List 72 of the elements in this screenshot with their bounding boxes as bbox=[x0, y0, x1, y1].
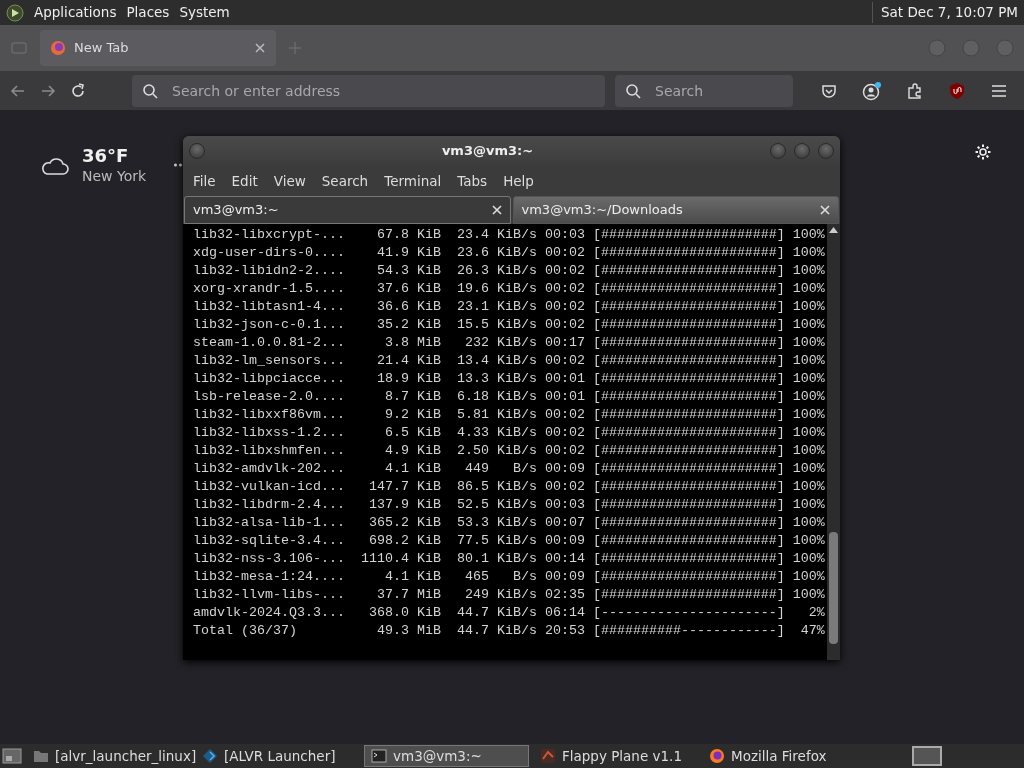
terminal-tab[interactable]: vm3@vm3:~ bbox=[184, 196, 511, 224]
search-field[interactable]: Search bbox=[615, 74, 793, 107]
account-icon[interactable] bbox=[862, 80, 882, 101]
workspace-switcher[interactable] bbox=[912, 746, 942, 766]
menu-item[interactable]: Terminal bbox=[378, 170, 448, 192]
taskbar-item[interactable]: [ALVR Launcher] bbox=[195, 745, 360, 767]
folder-icon bbox=[33, 748, 49, 764]
terminal-line: lib32-llvm-libs-... 37.7 MiB 249 KiB/s 02:35 [######################] 100% bbox=[193, 586, 826, 604]
menu-item[interactable]: View bbox=[267, 170, 312, 192]
terminal-line: lib32-sqlite-3.4... 698.2 KiB 77.5 KiB/s 00:09 [######################] 100% bbox=[193, 532, 826, 550]
search-icon bbox=[625, 82, 641, 99]
terminal-line: lib32-libtasn1-4... 36.6 KiB 23.1 KiB/s 00:02 [######################] 100% bbox=[193, 298, 826, 316]
menu-item[interactable]: Edit bbox=[225, 170, 264, 192]
close-icon[interactable] bbox=[820, 205, 830, 215]
taskbar-item[interactable]: vm3@vm3:~ bbox=[364, 745, 529, 767]
address-field[interactable]: Search or enter address bbox=[132, 74, 605, 107]
terminal-line: lib32-lm_sensors... 21.4 KiB 13.4 KiB/s 00:02 [######################] 100% bbox=[193, 352, 826, 370]
window-control-button[interactable] bbox=[794, 143, 810, 159]
panel-menu[interactable]: Applications bbox=[34, 2, 117, 23]
terminal-line: lsb-release-2.0.... 8.7 KiB 6.18 KiB/s 00:01 [######################] 100% bbox=[193, 388, 826, 406]
terminal-line: lib32-libdrm-2.4... 137.9 KiB 52.5 KiB/s 00:03 [######################] 100% bbox=[193, 496, 826, 514]
terminal-line: amdvlk-2024.Q3.3... 368.0 KiB 44.7 KiB/s 06:14 [----------------------] 2% bbox=[193, 604, 826, 622]
close-icon[interactable] bbox=[254, 42, 266, 54]
terminal-line: xdg-user-dirs-0.... 41.9 KiB 23.6 KiB/s 00:02 [######################] 100% bbox=[193, 244, 826, 262]
scrollbar[interactable] bbox=[827, 224, 840, 660]
terminal-icon bbox=[371, 748, 387, 764]
window-title: vm3@vm3:~ bbox=[440, 142, 535, 161]
settings-icon[interactable] bbox=[974, 143, 992, 161]
clock[interactable]: Sat Dec 7, 10:07 PM bbox=[872, 2, 1018, 23]
scrollbar-thumb[interactable] bbox=[829, 532, 838, 644]
browser-logo-icon bbox=[50, 40, 66, 56]
window-control-button[interactable] bbox=[818, 143, 834, 159]
terminal-line: lib32-vulkan-icd... 147.7 KiB 86.5 KiB/s 00:02 [######################] 100% bbox=[193, 478, 826, 496]
more-dots-icon[interactable] bbox=[174, 163, 182, 167]
terminal-line: lib32-json-c-0.1... 35.2 KiB 15.5 KiB/s 00:02 [######################] 100% bbox=[193, 316, 826, 334]
puzzle-piece-icon[interactable] bbox=[906, 81, 924, 100]
menu-item[interactable]: Help bbox=[497, 170, 540, 192]
terminal-line: lib32-nss-3.106-... 1110.4 KiB 80.1 KiB/s 00:14 [######################] 100% bbox=[193, 550, 826, 568]
terminal-line: lib32-libidn2-2.... 54.3 KiB 26.3 KiB/s 00:02 [######################] 100% bbox=[193, 262, 826, 280]
browser-logo-icon bbox=[709, 748, 725, 764]
menu-logo-icon[interactable] bbox=[6, 3, 24, 22]
terminal-line: lib32-libpciacce... 18.9 KiB 13.3 KiB/s 00:01 [######################] 100% bbox=[193, 370, 826, 388]
terminal-line: lib32-mesa-1:24.... 4.1 KiB 465 B/s 00:09 [######################] 100% bbox=[193, 568, 826, 586]
search-icon bbox=[142, 82, 158, 99]
window-control-button[interactable] bbox=[770, 143, 786, 159]
window-menu-button[interactable] bbox=[189, 143, 205, 159]
game-icon bbox=[540, 748, 556, 764]
taskbar-item[interactable]: Flappy Plane v1.1 bbox=[533, 745, 698, 767]
browser-tab[interactable]: New Tab bbox=[40, 30, 276, 66]
panel-menu[interactable]: System bbox=[179, 2, 230, 23]
terminal-line: lib32-amdvlk-202... 4.1 KiB 449 B/s 00:09 [######################] 100% bbox=[193, 460, 826, 478]
close-icon[interactable] bbox=[491, 205, 502, 215]
menu-item[interactable]: File bbox=[187, 170, 222, 192]
temperature: 36°F bbox=[82, 146, 130, 166]
show-desktop-icon[interactable] bbox=[2, 747, 22, 765]
menu-item[interactable]: Tabs bbox=[451, 170, 494, 192]
panel-menu[interactable]: Places bbox=[126, 2, 170, 23]
app-icon bbox=[202, 748, 218, 764]
terminal-line: lib32-libxcrypt-... 67.8 KiB 23.4 KiB/s 00:03 [######################] 100% bbox=[193, 226, 826, 244]
location: New York bbox=[82, 166, 147, 186]
terminal-line: xorg-xrandr-1.5.... 37.6 KiB 19.6 KiB/s 00:02 [######################] 100% bbox=[193, 280, 826, 298]
terminal-line: lib32-libxxf86vm... 9.2 KiB 5.81 KiB/s 00:02 [######################] 100% bbox=[193, 406, 826, 424]
scroll-up-icon[interactable] bbox=[829, 227, 838, 233]
terminal-line: steam-1.0.0.81-2... 3.8 MiB 232 KiB/s 00:17 [######################] 100% bbox=[193, 334, 826, 352]
terminal-line: lib32-libxshmfen... 4.9 KiB 2.50 KiB/s 00:02 [######################] 100% bbox=[193, 442, 826, 460]
terminal-line: lib32-alsa-lib-1... 365.2 KiB 53.3 KiB/s 00:07 [######################] 100% bbox=[193, 514, 826, 532]
menu-item[interactable]: Search bbox=[315, 170, 375, 192]
terminal-line: Total (36/37) 49.3 MiB 44.7 KiB/s 20:53 [##########------------] 47% bbox=[193, 622, 826, 640]
taskbar-item[interactable]: Mozilla Firefox bbox=[702, 745, 867, 767]
terminal-tab[interactable]: vm3@vm3:~/Downloads bbox=[512, 196, 839, 224]
shield-icon[interactable] bbox=[948, 81, 966, 100]
terminal-line: lib32-libxss-1.2... 6.5 KiB 4.33 KiB/s 00:02 [######################] 100% bbox=[193, 424, 826, 442]
